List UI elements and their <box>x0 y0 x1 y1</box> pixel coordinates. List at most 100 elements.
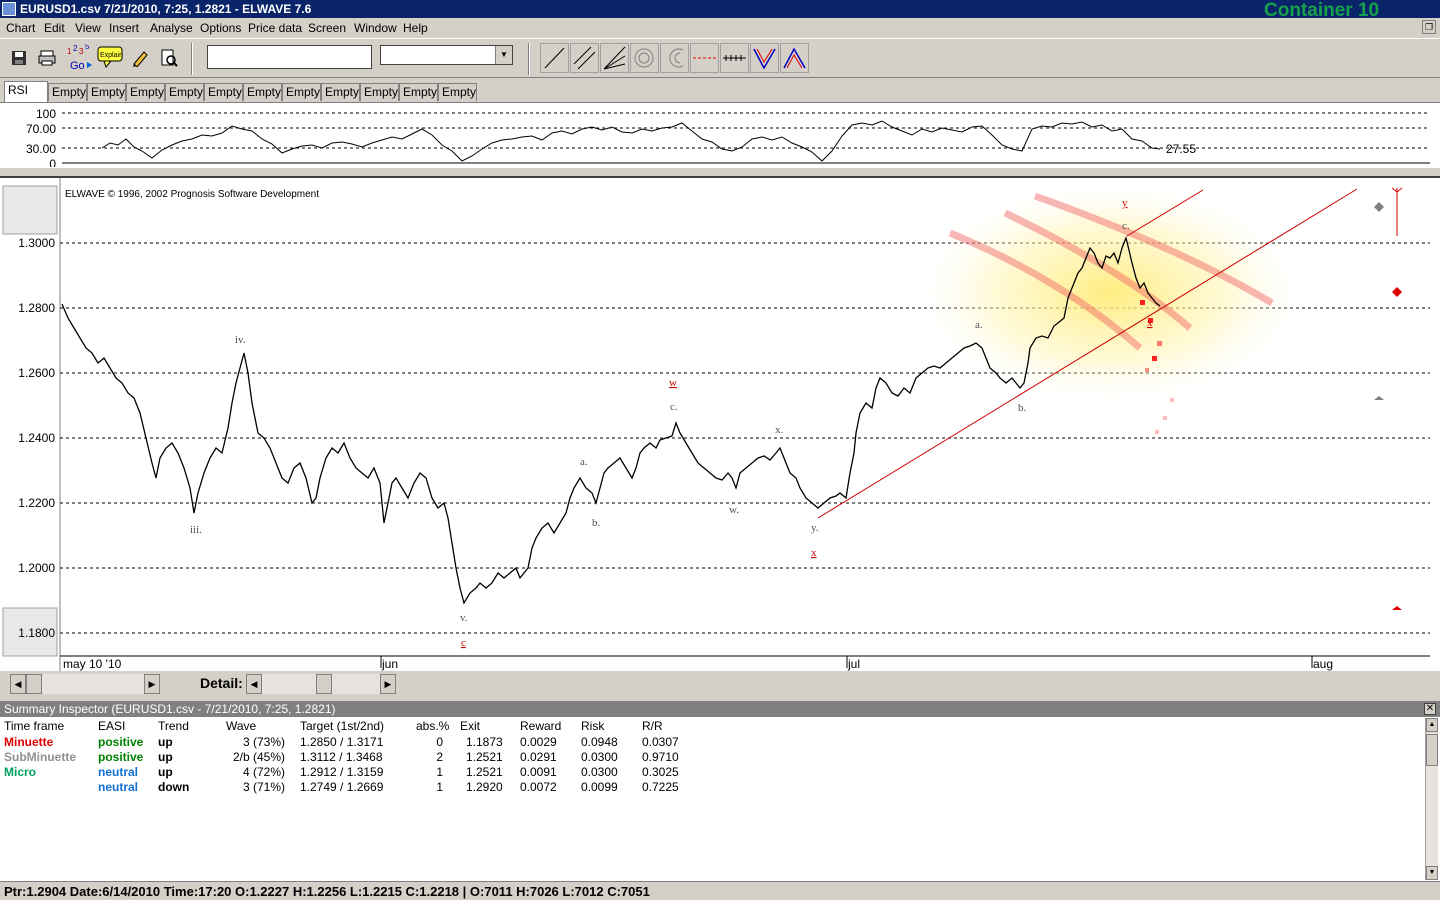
ruler-tool[interactable] <box>720 43 749 73</box>
rsi-tick-70: 70.00 <box>26 122 56 136</box>
summary-cell-tf: Micro <box>4 765 37 779</box>
menu-screen[interactable]: Screen <box>308 21 346 35</box>
menu-view[interactable]: View <box>75 21 101 35</box>
summary-cell-abs: 1 <box>436 765 443 779</box>
menu-help[interactable]: Help <box>403 21 428 35</box>
fan-lines-tool[interactable] <box>600 43 629 73</box>
axis-corner-box <box>2 185 58 235</box>
trendline-tool[interactable] <box>540 43 569 73</box>
explain-icon: Explain <box>97 46 123 69</box>
save-button[interactable] <box>6 45 32 71</box>
y-tick: 1.2800 <box>18 301 55 315</box>
menu-edit[interactable]: Edit <box>44 21 65 35</box>
x-tick: jul <box>847 657 860 671</box>
wave-label: x <box>811 547 817 559</box>
tab-empty[interactable]: Empty <box>243 83 282 101</box>
summary-cell-easi: neutral <box>98 765 139 779</box>
svg-text:2: 2 <box>73 44 78 53</box>
col-header-target: Target (1st/2nd) <box>300 719 385 733</box>
x-tick: may 10 '10 <box>63 657 122 671</box>
explain-button[interactable]: Explain <box>96 45 124 71</box>
scroll-up-button[interactable]: ▲ <box>1426 718 1438 732</box>
tab-empty[interactable]: Empty <box>126 83 165 101</box>
x-tick-marks <box>380 656 1313 668</box>
svg-text:1: 1 <box>67 47 72 56</box>
wave-count-go-icon: 1 2 3 5 Go <box>67 44 92 72</box>
tab-empty[interactable]: Empty <box>87 83 126 101</box>
detail-slider-thumb[interactable] <box>316 674 332 694</box>
menu-options[interactable]: Options <box>200 21 241 35</box>
tab-empty[interactable]: Empty <box>321 83 360 101</box>
summary-scroll-thumb[interactable] <box>1426 734 1438 766</box>
summary-cell-target: 1.2850 / 1.3171 <box>300 735 384 749</box>
detail-decrease-button[interactable]: ◀ <box>246 674 262 694</box>
menu-price-data[interactable]: Price data <box>248 21 302 35</box>
tab-empty[interactable]: Empty <box>399 83 438 101</box>
chart-symbol-input[interactable] <box>207 45 372 69</box>
parallel-lines-icon <box>573 46 596 70</box>
summary-title: Summary Inspector (EURUSD1.csv - 7/21/20… <box>4 702 336 716</box>
print-preview-icon <box>161 49 178 67</box>
price-chart: ELWAVE © 1996, 2002 Prognosis Software D… <box>2 178 1430 671</box>
menu-analyse[interactable]: Analyse <box>150 21 193 35</box>
wave-label: w <box>669 377 677 389</box>
indicator-tabs: RSI 14 Empty Empty Empty Empty Empty Emp… <box>0 80 1440 114</box>
col-header-abs: abs.% <box>416 719 450 733</box>
wave-label: c <box>461 637 466 649</box>
summary-cell-risk: 0.0300 <box>581 765 618 779</box>
col-header-exit: Exit <box>460 719 481 733</box>
menu-chart[interactable]: Chart <box>6 21 35 35</box>
draw-button[interactable] <box>127 45 153 71</box>
chart-select-dropdown[interactable]: ▼ <box>380 45 513 65</box>
dropdown-arrow-icon[interactable]: ▼ <box>495 46 512 64</box>
col-header-timeframe: Time frame <box>4 719 65 733</box>
summary-cell-exit: 1.1873 <box>466 735 503 749</box>
chart-scroll-track[interactable] <box>26 674 144 694</box>
menu-insert[interactable]: Insert <box>109 21 139 35</box>
parallel-channel-tool[interactable] <box>570 43 599 73</box>
mdi-restore-button[interactable]: ❐ <box>1422 20 1436 34</box>
circle-tool[interactable] <box>630 43 659 73</box>
tab-empty[interactable]: Empty <box>204 83 243 101</box>
detail-increase-button[interactable]: ▶ <box>380 674 396 694</box>
chart-scroll-thumb[interactable] <box>26 674 42 694</box>
menu-window[interactable]: Window <box>354 21 397 35</box>
toolbar: 1 2 3 5 Go Explain ▼ <box>0 38 1440 78</box>
a-pattern-tool[interactable] <box>780 43 809 73</box>
detail-label: Detail: <box>200 675 243 691</box>
tab-rsi[interactable]: RSI 14 <box>4 81 48 114</box>
summary-cell-tf: SubMinuette <box>4 750 76 764</box>
close-icon[interactable]: ✕ <box>1424 703 1436 715</box>
arcs-icon <box>669 48 684 68</box>
summary-cell-rr: 0.7225 <box>642 780 679 794</box>
tab-empty[interactable]: Empty <box>438 83 477 101</box>
tab-empty[interactable]: Empty <box>48 83 87 101</box>
v-pattern-tool[interactable] <box>750 43 779 73</box>
summary-header: Summary Inspector (EURUSD1.csv - 7/21/20… <box>0 702 1440 717</box>
scroll-down-button[interactable]: ▼ <box>1426 866 1438 880</box>
summary-cell-exit: 1.2521 <box>466 750 503 764</box>
wave-label: y. <box>811 522 819 534</box>
summary-cell-abs: 1 <box>436 780 443 794</box>
scroll-left-button[interactable]: ◀ <box>10 674 26 694</box>
summary-vertical-scrollbar[interactable]: ▲ ▼ <box>1425 718 1438 880</box>
go-button[interactable]: 1 2 3 5 Go <box>66 44 94 72</box>
tab-empty[interactable]: Empty <box>360 83 399 101</box>
arc-tool[interactable] <box>660 43 689 73</box>
price-chart-panel: ELWAVE © 1996, 2002 Prognosis Software D… <box>0 176 1440 671</box>
save-icon <box>12 51 26 65</box>
tab-empty[interactable]: Empty <box>165 83 204 101</box>
summary-cell-trend: up <box>158 750 173 764</box>
wave-label: b. <box>592 517 601 529</box>
y-tick: 1.2400 <box>18 431 55 445</box>
print-button[interactable] <box>34 45 60 71</box>
y-tick: 1.2200 <box>18 496 55 510</box>
tab-empty[interactable]: Empty <box>282 83 321 101</box>
scroll-right-button[interactable]: ▶ <box>144 674 160 694</box>
wave-label: c. <box>670 401 678 413</box>
horizontal-line-tool[interactable] <box>690 43 719 73</box>
svg-text:Go: Go <box>70 60 85 72</box>
preview-button[interactable] <box>156 45 182 71</box>
a-lines-icon <box>783 47 806 69</box>
y-tick: 1.1800 <box>18 626 55 640</box>
